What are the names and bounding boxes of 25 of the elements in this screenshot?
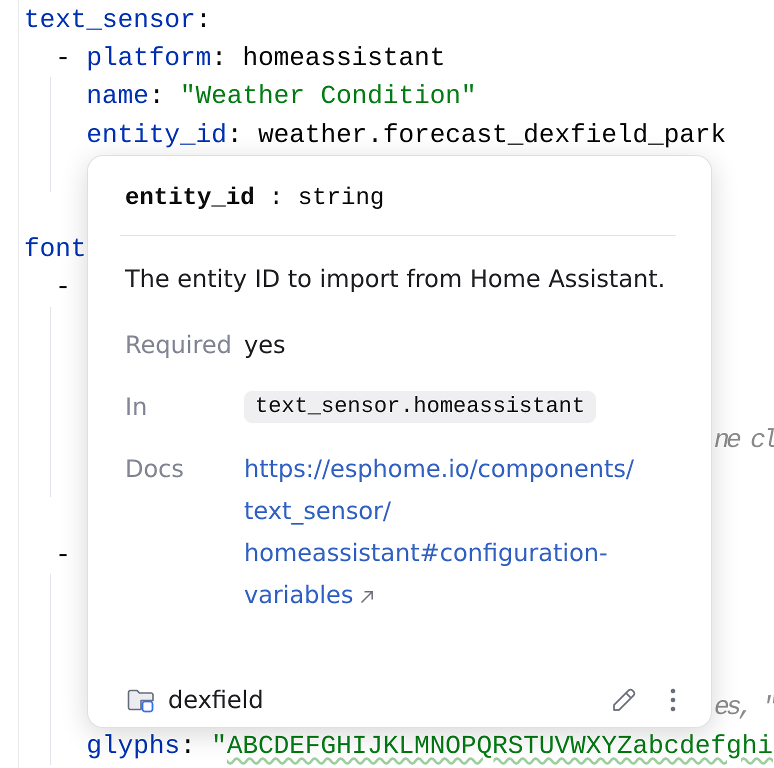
code-line: text_sensor: <box>24 5 212 36</box>
field-label: In <box>125 392 148 423</box>
code-line: - <box>55 540 71 570</box>
code-line: entity_id: weather.forecast_dexfield_park <box>86 120 726 150</box>
code-comment: ne cl <box>714 425 774 456</box>
external-link-icon <box>360 590 374 604</box>
more-options-button[interactable] <box>670 688 676 712</box>
folder-icon <box>127 687 155 713</box>
docs-link[interactable]: https://esphome.io/components/text_sensor/homeassistant#configuration-variables <box>244 448 676 616</box>
code-line: name: "Weather Condition" <box>86 81 476 112</box>
field-label: Docs <box>125 454 185 485</box>
code-line: glyphs: "ABCDEFGHIJKLMNOPQRSTUVWXYZabcdefghi <box>86 730 773 761</box>
parameter-signature: entity_id : string <box>125 184 386 214</box>
code-line: font <box>24 234 86 264</box>
field-value: yes <box>244 330 286 361</box>
vertical-dots-icon <box>670 688 676 712</box>
code-comment: es, " <box>714 692 774 722</box>
code-chip: text_sensor.homeassistant <box>244 391 596 423</box>
field-label: Required <box>125 330 233 361</box>
pencil-icon <box>610 686 638 714</box>
code-line: - platform: homeassistant <box>55 43 446 74</box>
project-name: dexfield <box>168 685 264 716</box>
code-line: - <box>55 272 71 302</box>
edit-button[interactable] <box>610 686 638 714</box>
description-text: The entity ID to import from Home Assistant. <box>125 264 666 295</box>
